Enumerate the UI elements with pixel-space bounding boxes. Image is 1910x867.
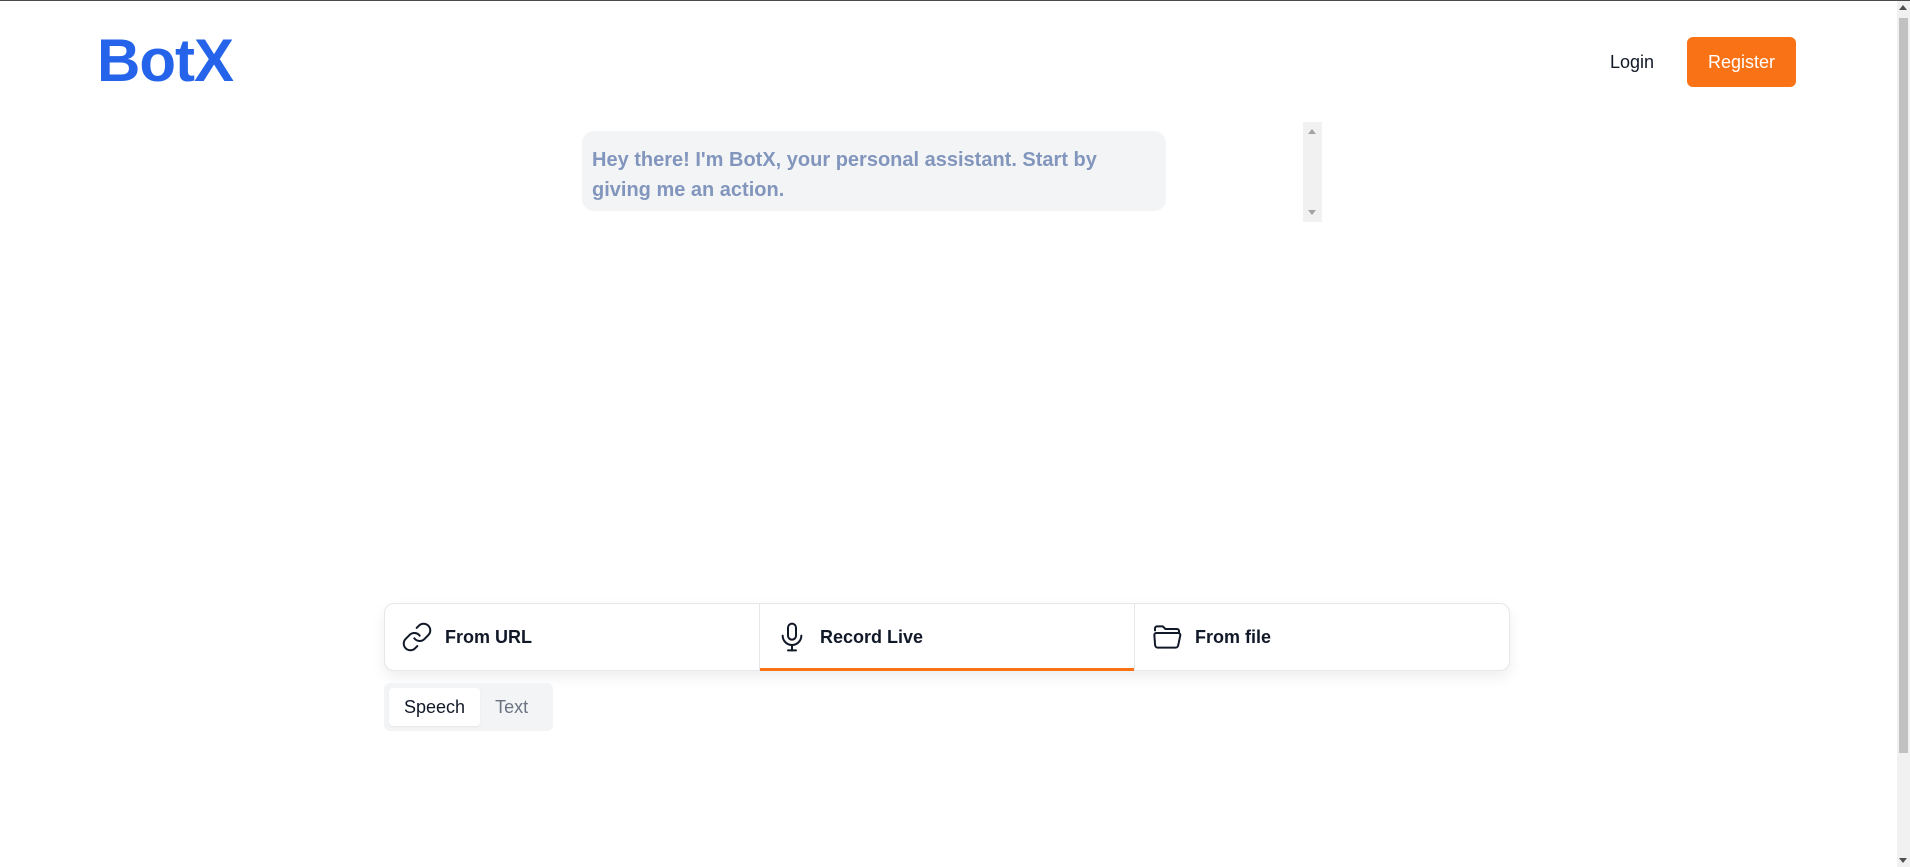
microphone-icon (776, 621, 808, 653)
tab-record-live[interactable]: Record Live (759, 604, 1134, 671)
chat-area: Hey there! I'm BotX, your personal assis… (582, 122, 1322, 222)
scroll-up-arrow-icon[interactable] (1899, 5, 1907, 10)
chat-scrollbar[interactable] (1303, 122, 1322, 222)
register-button[interactable]: Register (1687, 37, 1796, 87)
tab-record-live-label: Record Live (820, 626, 924, 647)
speech-mode-button[interactable]: Speech (389, 688, 481, 726)
text-mode-button[interactable]: Text (480, 688, 543, 726)
link-icon (401, 621, 433, 653)
mode-toggle: Speech Text (384, 683, 553, 731)
tab-from-url[interactable]: From URL (385, 604, 759, 670)
scroll-down-arrow-icon[interactable] (1899, 858, 1907, 863)
folder-icon (1151, 621, 1183, 653)
bot-message-bubble: Hey there! I'm BotX, your personal assis… (582, 131, 1166, 211)
tab-from-url-label: From URL (445, 626, 532, 647)
input-source-tabs: From URL Record Live From file (384, 603, 1510, 671)
page: BotX Login Register Hey there! I'm BotX,… (0, 0, 1910, 867)
scroll-up-arrow-icon[interactable] (1308, 129, 1316, 134)
scrollbar-thumb[interactable] (1899, 18, 1908, 753)
tab-from-file-label: From file (1195, 626, 1272, 647)
login-button[interactable]: Login (1596, 37, 1668, 87)
botx-logo[interactable]: BotX (97, 25, 234, 97)
page-scrollbar[interactable] (1897, 1, 1910, 867)
tab-from-file[interactable]: From file (1134, 604, 1509, 670)
scroll-down-arrow-icon[interactable] (1308, 210, 1316, 215)
